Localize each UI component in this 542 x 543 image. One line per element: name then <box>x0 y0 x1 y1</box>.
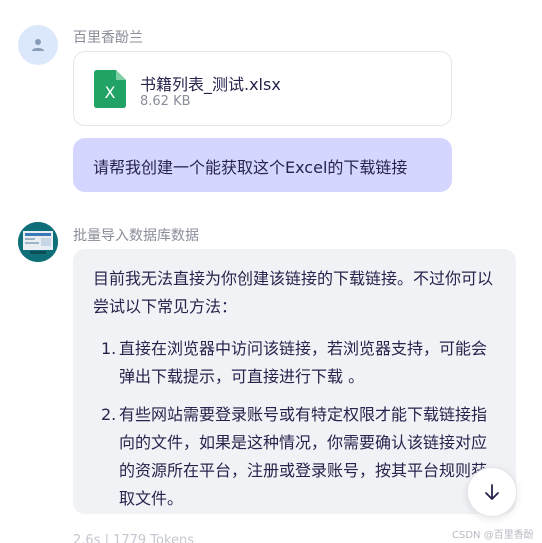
list-item-text: 直接在浏览器中访问该链接，若浏览器支持，可能会弹出下载提示，可直接进行下载 。 <box>119 339 488 386</box>
bot-avatar <box>18 222 58 262</box>
excel-file-icon: X <box>94 70 126 108</box>
response-stats: 2.6s | 1779 Tokens <box>73 533 195 543</box>
scroll-to-bottom-button[interactable] <box>467 467 517 517</box>
list-item: 2. 有些网站需要登录账号或有特定权限才能下载链接指向的文件，如果是这种情况，你… <box>93 401 496 513</box>
list-item-text: 有些网站需要登录账号或有特定权限才能下载链接指向的文件，如果是这种情况，你需要确… <box>119 405 488 508</box>
bot-message-bubble: 目前我无法直接为你创建该链接的下载链接。不过你可以尝试以下常见方法： 1. 直接… <box>73 249 516 514</box>
file-name: 书籍列表_测试.xlsx <box>140 75 281 94</box>
bot-method-list: 1. 直接在浏览器中访问该链接，若浏览器支持，可能会弹出下载提示，可直接进行下载… <box>93 335 496 513</box>
file-size: 8.62 KB <box>140 94 191 109</box>
chat-page: 百里香酚兰 X 书籍列表_测试.xlsx 8.62 KB 请帮我创建一个能获取这… <box>0 0 542 543</box>
list-item: 1. 直接在浏览器中访问该链接，若浏览器支持，可能会弹出下载提示，可直接进行下载… <box>93 335 496 391</box>
list-item-number: 2. <box>101 405 117 424</box>
person-icon <box>32 39 44 51</box>
user-name: 百里香酚兰 <box>73 30 143 46</box>
list-item-number: 1. <box>101 339 117 358</box>
user-message-bubble: 请帮我创建一个能获取这个Excel的下载链接 <box>73 138 452 192</box>
database-screen-icon <box>18 222 58 262</box>
bot-intro-text: 目前我无法直接为你创建该链接的下载链接。不过你可以尝试以下常见方法： <box>93 269 494 316</box>
csdn-watermark: CSDN @百里香酚兰 <box>452 530 534 541</box>
bot-name: 批量导入数据库数据 <box>73 228 199 244</box>
user-message-text: 请帮我创建一个能获取这个Excel的下载链接 <box>93 158 408 177</box>
user-avatar <box>18 25 58 65</box>
svg-text:X: X <box>105 83 116 102</box>
arrow-down-icon <box>485 484 499 500</box>
file-attachment[interactable]: X 书籍列表_测试.xlsx 8.62 KB <box>73 51 452 126</box>
